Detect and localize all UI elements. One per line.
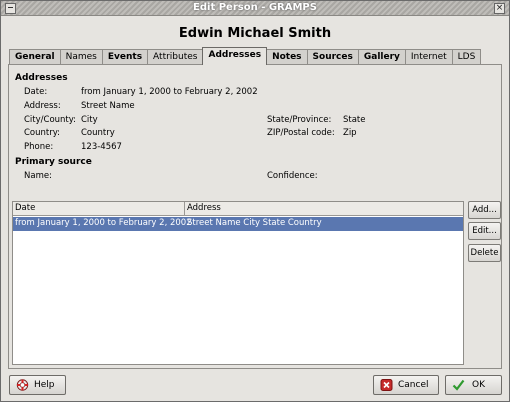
primary-source-title: Primary source [15, 157, 92, 167]
zip-label: ZIP/Postal code: [267, 128, 335, 138]
source-name-label: Name: [24, 171, 52, 181]
lifebuoy-icon [16, 379, 29, 391]
edit-person-window: Edit Person - GRAMPS × Edwin Michael Smi… [0, 0, 510, 402]
tab-names[interactable]: Names [59, 49, 103, 65]
table-row[interactable]: from January 1, 2000 to February 2, 2002… [13, 217, 463, 231]
tab-bar: General Names Events Attributes Addresse… [9, 47, 482, 65]
add-button[interactable]: Add... [468, 201, 501, 219]
edit-button-label: Edit... [472, 226, 497, 236]
country-value: Country [81, 128, 115, 138]
person-name-heading: Edwin Michael Smith [178, 26, 332, 41]
row-address: Street Name City State Country [187, 218, 322, 228]
city-label: City/County: [24, 115, 77, 125]
country-label: Country: [24, 128, 61, 138]
addresses-panel: Addresses Date: from January 1, 2000 to … [8, 64, 502, 369]
cancel-button-label: Cancel [398, 380, 429, 390]
address-label: Address: [24, 101, 61, 111]
ok-button[interactable]: OK [445, 375, 502, 395]
addresses-section-title: Addresses [15, 73, 68, 83]
date-value: from January 1, 2000 to February 2, 2002 [81, 87, 258, 97]
help-button-label: Help [34, 380, 55, 390]
tab-addresses[interactable]: Addresses [202, 47, 268, 65]
title-bar[interactable]: Edit Person - GRAMPS × [1, 1, 509, 16]
tab-internet[interactable]: Internet [404, 49, 453, 65]
row-date: from January 1, 2000 to February 2, 2002 [15, 218, 192, 228]
add-button-label: Add... [472, 205, 497, 215]
confidence-label: Confidence: [267, 171, 318, 181]
checkmark-icon [452, 379, 465, 391]
tab-gallery[interactable]: Gallery [357, 49, 406, 65]
delete-button[interactable]: Delete [468, 244, 501, 262]
edit-button[interactable]: Edit... [468, 222, 501, 240]
delete-button-label: Delete [470, 248, 499, 258]
tab-attributes[interactable]: Attributes [147, 49, 204, 65]
cancel-x-icon [380, 379, 393, 391]
list-header: Date Address [13, 202, 463, 216]
column-header-address[interactable]: Address [187, 203, 221, 213]
address-list[interactable]: Date Address from January 1, 2000 to Feb… [12, 201, 464, 365]
date-label: Date: [24, 87, 48, 97]
phone-label: Phone: [24, 142, 54, 152]
state-value: State [343, 115, 366, 125]
zip-value: Zip [343, 128, 357, 138]
tab-events[interactable]: Events [101, 49, 149, 65]
column-divider[interactable] [184, 202, 185, 216]
help-button[interactable]: Help [9, 375, 66, 395]
tab-lds[interactable]: LDS [451, 49, 482, 65]
state-label: State/Province: [267, 115, 332, 125]
phone-value: 123-4567 [81, 142, 122, 152]
tab-sources[interactable]: Sources [306, 49, 359, 65]
city-value: City [81, 115, 98, 125]
window-title: Edit Person - GRAMPS [193, 2, 317, 13]
ok-button-label: OK [472, 380, 485, 390]
tab-notes[interactable]: Notes [266, 49, 308, 65]
column-header-date[interactable]: Date [15, 203, 35, 213]
address-value: Street Name [81, 101, 135, 111]
tab-general[interactable]: General [9, 49, 61, 65]
cancel-button[interactable]: Cancel [373, 375, 439, 395]
close-icon[interactable]: × [494, 3, 505, 14]
